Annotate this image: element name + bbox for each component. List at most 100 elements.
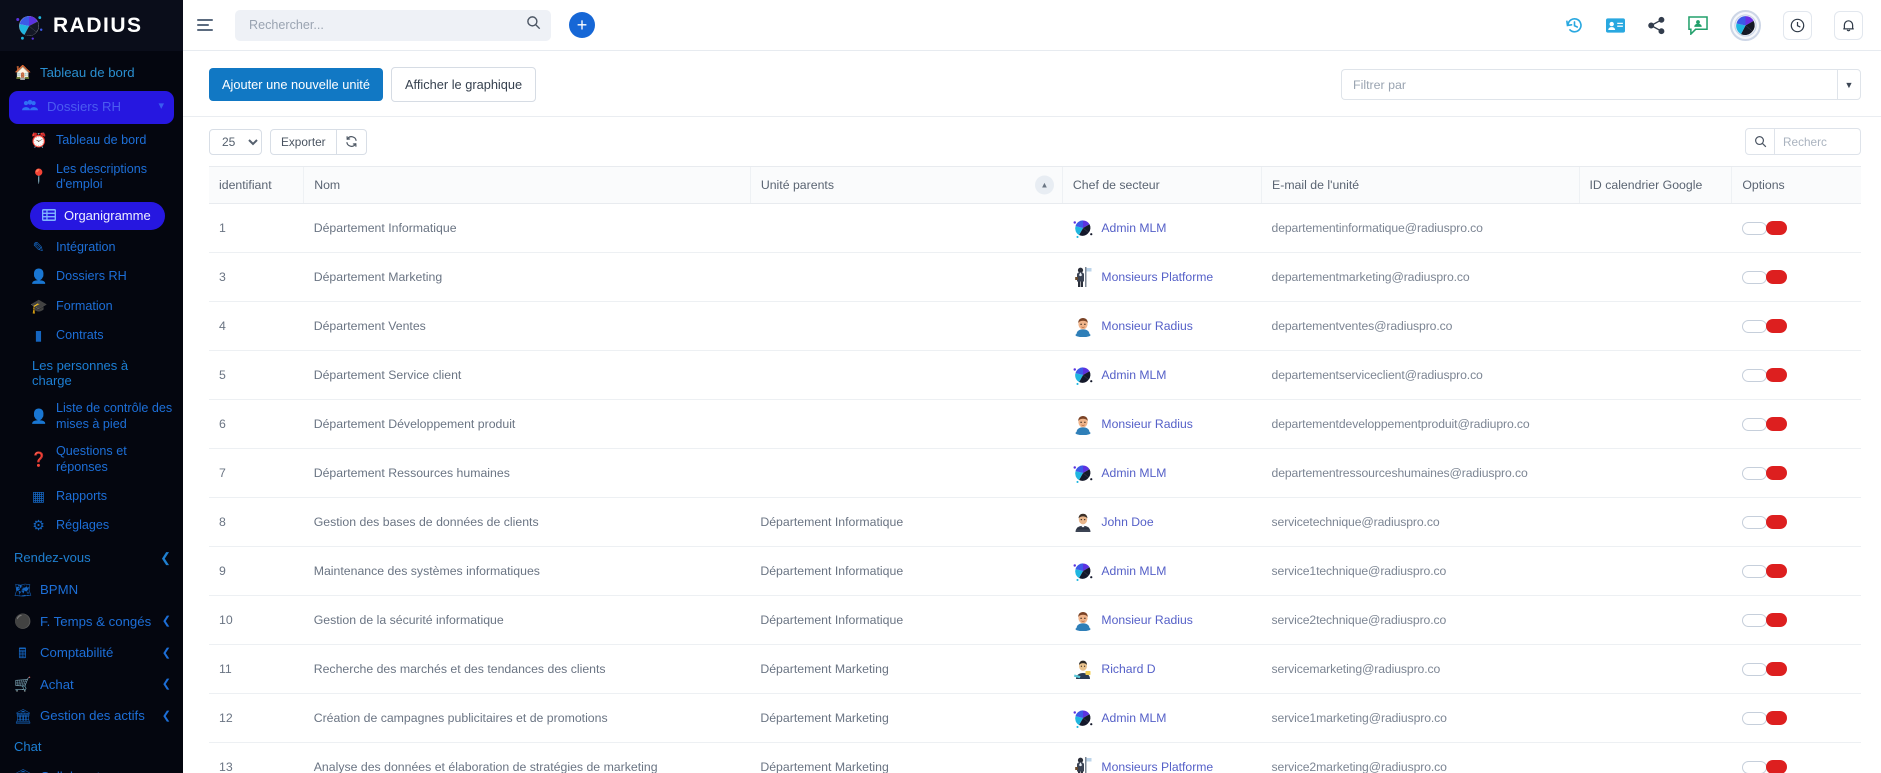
sidebar-item-bpmn[interactable]: 🗺 BPMN <box>0 575 183 607</box>
show-chart-button[interactable]: Afficher le graphique <box>390 67 537 102</box>
delete-pill-icon[interactable] <box>1765 466 1787 480</box>
table-row[interactable]: 3 Département Marketing Monsieurs Platform… <box>209 252 1861 302</box>
delete-pill-icon[interactable] <box>1765 368 1787 382</box>
chef-name-link[interactable]: Richard D <box>1101 662 1155 676</box>
sidebar-item-gestion-des-actifs[interactable]: 🏛 Gestion des actifs ❮ <box>0 701 183 733</box>
refresh-icon[interactable] <box>336 128 367 155</box>
sidebar-subitem-liste-controle-mises-a-pied[interactable]: 👤 Liste de contrôle des mises à pied <box>18 395 183 438</box>
chevron-up-icon[interactable]: ▲ <box>1034 175 1054 195</box>
chef-name-link[interactable]: Admin MLM <box>1101 221 1166 235</box>
delete-pill-icon[interactable] <box>1765 417 1787 431</box>
sidebar-subitem-personnes-a-charge[interactable]: Les personnes à charge <box>18 351 183 395</box>
column-header-chef-de-secteur[interactable]: Chef de secteur <box>1061 166 1262 204</box>
sidebar-subitem-formation[interactable]: 🎓 Formation <box>18 292 183 322</box>
delete-pill-icon[interactable] <box>1765 613 1787 627</box>
chef-name-link[interactable]: Admin MLM <box>1101 466 1166 480</box>
global-search[interactable] <box>235 9 551 41</box>
clock-icon[interactable] <box>1783 10 1812 40</box>
share-icon[interactable] <box>1647 16 1666 35</box>
column-header-unite-parents[interactable]: Unité parents ▲ <box>749 166 1063 204</box>
sidebar-item-comptabilite[interactable]: 🖩 Comptabilité ❮ <box>0 638 183 670</box>
table-row[interactable]: 1 Département Informatique Admin MLM depart… <box>209 203 1861 253</box>
status-toggle[interactable] <box>1741 466 1767 480</box>
search-input[interactable] <box>249 18 526 32</box>
chef-name-link[interactable]: Admin MLM <box>1101 711 1166 725</box>
sidebar-subitem-descriptions-emploi[interactable]: 📍 Les descriptions d'emploi <box>18 156 183 199</box>
delete-pill-icon[interactable] <box>1765 711 1787 725</box>
status-toggle[interactable] <box>1741 368 1767 382</box>
sidebar-subitem-rapports[interactable]: ▦ Rapports <box>18 482 183 512</box>
table-row[interactable]: 12 Création de campagnes publicitaires et… <box>209 693 1861 743</box>
hamburger-icon[interactable] <box>197 14 219 36</box>
sidebar-item-achat[interactable]: 🛒 Achat ❮ <box>0 669 183 701</box>
delete-pill-icon[interactable] <box>1765 515 1787 529</box>
export-button[interactable]: Exporter <box>270 128 337 155</box>
sidebar-subitem-organigramme[interactable]: Organigramme <box>30 201 165 230</box>
chef-name-link[interactable]: Monsieurs Platforme <box>1101 760 1213 773</box>
chevron-down-icon[interactable]: ▼ <box>1837 69 1861 100</box>
sidebar-item-tableau-de-bord[interactable]: 🏠 Tableau de bord <box>0 57 183 89</box>
status-toggle[interactable] <box>1741 319 1767 333</box>
table-row[interactable]: 4 Département Ventes Monsieur Radius depart… <box>209 301 1861 351</box>
search-icon[interactable] <box>526 15 541 35</box>
status-toggle[interactable] <box>1741 417 1767 431</box>
sidebar-subitem-questions-reponses[interactable]: ❓ Questions et réponses <box>18 438 183 481</box>
chef-name-link[interactable]: Monsieur Radius <box>1101 613 1192 627</box>
sidebar-subitem-contrats[interactable]: ▮ Contrats <box>18 321 183 351</box>
status-toggle[interactable] <box>1741 564 1767 578</box>
column-header-nom[interactable]: Nom <box>303 166 751 204</box>
sidebar-item-temps-conges[interactable]: ⚫ F. Temps & congés ❮ <box>0 606 183 638</box>
column-header-identifiant[interactable]: identifiant <box>209 166 304 204</box>
delete-pill-icon[interactable] <box>1765 221 1787 235</box>
chef-name-link[interactable]: Monsieur Radius <box>1101 319 1192 333</box>
add-new-button[interactable]: + <box>569 12 595 38</box>
table-row[interactable]: 6 Département Développement produit Monsie… <box>209 399 1861 449</box>
status-toggle[interactable] <box>1741 270 1767 284</box>
brand-logo[interactable]: RADIUS <box>0 0 183 51</box>
table-search-input[interactable] <box>1775 128 1861 155</box>
sidebar-subitem-integration[interactable]: ✎ Intégration <box>18 233 183 263</box>
table-row[interactable]: 11 Recherche des marchés et des tendances… <box>209 644 1861 694</box>
search-icon[interactable] <box>1745 128 1775 155</box>
page-length-select[interactable]: 25 <box>209 128 262 155</box>
add-unit-button[interactable]: Ajouter une nouvelle unité <box>209 68 383 101</box>
delete-pill-icon[interactable] <box>1765 564 1787 578</box>
sidebar-item-chat[interactable]: Chat <box>0 732 183 761</box>
sidebar-subitem-reglages[interactable]: ⚙ Réglages <box>18 511 183 541</box>
status-toggle[interactable] <box>1741 515 1767 529</box>
column-header-options[interactable]: Options <box>1731 166 1861 204</box>
filter-input[interactable] <box>1341 69 1837 100</box>
user-avatar[interactable] <box>1730 9 1761 41</box>
id-card-icon[interactable] <box>1606 17 1625 33</box>
chef-name-link[interactable]: Admin MLM <box>1101 368 1166 382</box>
history-icon[interactable] <box>1565 16 1584 35</box>
status-toggle[interactable] <box>1741 711 1767 725</box>
chef-name-link[interactable]: Monsieur Radius <box>1101 417 1192 431</box>
table-row[interactable]: 10 Gestion de la sécurité informatique Dép… <box>209 595 1861 645</box>
table-row[interactable]: 5 Département Service client Admin MLM depa… <box>209 350 1861 400</box>
table-row[interactable]: 13 Analyse des données et élaboration de … <box>209 742 1861 773</box>
chef-name-link[interactable]: Monsieurs Platforme <box>1101 270 1213 284</box>
table-row[interactable]: 9 Maintenance des systèmes informatiques D… <box>209 546 1861 596</box>
sidebar-item-dossiers-rh[interactable]: Dossiers RH ▾ <box>9 90 174 124</box>
chevron-down-icon[interactable]: ▾ <box>158 100 164 114</box>
chef-name-link[interactable]: John Doe <box>1101 515 1153 529</box>
sidebar-item-rendez-vous[interactable]: Rendez-vous ❮ <box>0 541 183 575</box>
status-toggle[interactable] <box>1741 221 1767 235</box>
column-header-email-unite[interactable]: E-mail de l'unité <box>1261 166 1579 204</box>
status-toggle[interactable] <box>1741 613 1767 627</box>
delete-pill-icon[interactable] <box>1765 270 1787 284</box>
sidebar-subitem-tableau-de-bord[interactable]: ⏰ Tableau de bord <box>18 126 183 156</box>
status-toggle[interactable] <box>1741 662 1767 676</box>
chef-name-link[interactable]: Admin MLM <box>1101 564 1166 578</box>
delete-pill-icon[interactable] <box>1765 662 1787 676</box>
delete-pill-icon[interactable] <box>1765 319 1787 333</box>
sidebar-item-collaborateurs[interactable]: 🏛 Collaborateurs <box>0 761 183 773</box>
delete-pill-icon[interactable] <box>1765 760 1787 773</box>
column-header-id-calendrier[interactable]: ID calendrier Google <box>1578 166 1732 204</box>
table-row[interactable]: 7 Département Ressources humaines Admin ML… <box>209 448 1861 498</box>
bell-icon[interactable] <box>1834 10 1863 40</box>
sidebar-subitem-dossiers-rh[interactable]: 👤 Dossiers RH <box>18 262 183 292</box>
chat-support-icon[interactable] <box>1688 15 1708 35</box>
table-row[interactable]: 8 Gestion des bases de données de clients… <box>209 497 1861 547</box>
